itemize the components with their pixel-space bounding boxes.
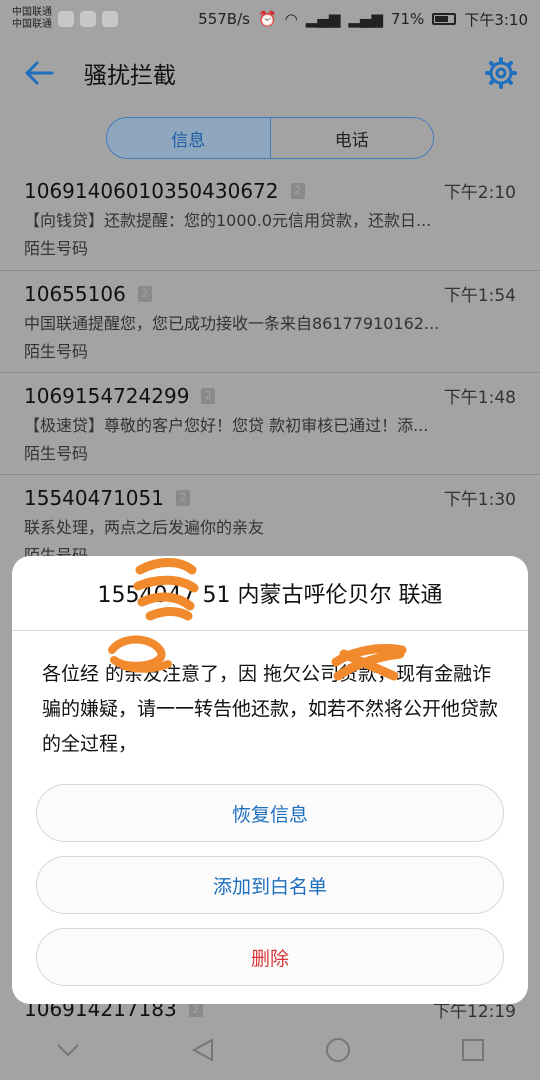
notification-app-icon: [102, 11, 118, 27]
sender-number: 10691406010350430672: [24, 178, 279, 203]
notification-app-icon: [58, 11, 74, 27]
message-time: 下午1:30: [443, 490, 516, 510]
sim-2-icon: 2: [201, 387, 216, 404]
sender-number: 10655106: [24, 281, 126, 306]
chevron-down-icon[interactable]: [48, 1030, 88, 1070]
battery-icon: [432, 13, 457, 25]
sim-2-icon: 2: [137, 285, 152, 302]
wifi-icon: ◠: [284, 10, 298, 28]
status-time: 下午3:10: [464, 10, 528, 29]
tab-calls[interactable]: 电话: [269, 118, 433, 158]
add-to-whitelist-button[interactable]: 添加到白名单: [36, 856, 504, 914]
sender-number: 1069154724299: [24, 383, 190, 408]
message-preview: 联系处理，两点之后发遍你的亲友: [24, 518, 265, 537]
status-right: 557B/s ⏰ ◠ ▂▄▆ ▂▄▆ 71% 下午3:10: [198, 9, 528, 30]
list-item[interactable]: 10691406010350430672 2 下午2:10 【向钱贷】还款提醒：…: [0, 168, 540, 270]
battery-fill: [435, 16, 449, 22]
tab-switcher: 信息 电话: [106, 117, 434, 159]
alarm-icon: ⏰: [257, 10, 277, 28]
message-time: 下午2:10: [443, 183, 516, 203]
message-preview: 【极速贷】尊敬的客户您好！您贷 款初审核已通过！添...: [24, 416, 429, 435]
restore-message-button[interactable]: 恢复信息: [36, 784, 504, 842]
recents-square-icon[interactable]: [453, 1030, 493, 1070]
tab-messages[interactable]: 信息: [107, 118, 270, 158]
network-speed: 557B/s: [198, 10, 250, 28]
message-preview: 中国联通提醒您，您已成功接收一条来自86177910162...: [24, 314, 440, 333]
signal-icon: ▂▄▆: [305, 10, 341, 28]
notification-app-icon: [80, 11, 96, 27]
page-title: 骚扰拦截: [84, 63, 176, 89]
status-bar: 中国联通 中国联通 557B/s ⏰ ◠ ▂▄▆ ▂▄▆ 71% 下午3:10: [0, 0, 540, 38]
sim-2-icon: 2: [175, 489, 190, 506]
message-detail-dialog: 1554047 51 内蒙古呼伦贝尔 联通 各位经 的亲友注意了，因 拖欠公司贷…: [12, 556, 528, 1004]
carrier-2: 中国联通: [12, 19, 52, 30]
delete-button[interactable]: 删除: [36, 928, 504, 986]
message-time: 下午1:54: [443, 286, 516, 306]
back-triangle-icon[interactable]: [183, 1030, 223, 1070]
signal-icon: ▂▄▆: [348, 10, 383, 28]
message-tag: 陌生号码: [24, 342, 89, 361]
list-item[interactable]: 1069154724299 2 下午1:48 【极速贷】尊敬的客户您好！您贷 款…: [0, 372, 540, 474]
app-bar: 骚扰拦截: [0, 38, 540, 108]
carrier-1: 中国联通: [12, 7, 52, 18]
sender-number: 15540471051: [24, 485, 164, 510]
status-left: 中国联通 中国联通: [12, 7, 118, 31]
message-list: 10691406010350430672 2 下午2:10 【向钱贷】还款提醒：…: [0, 168, 540, 576]
home-circle-icon[interactable]: [318, 1030, 358, 1070]
gear-icon[interactable]: [482, 54, 520, 92]
message-tag: 陌生号码: [24, 239, 89, 258]
dialog-message-body: 各位经 的亲友注意了，因 拖欠公司贷款，现有金融诈骗的嫌疑，请一一转告他还款，如…: [42, 663, 499, 755]
message-preview: 【向钱贷】还款提醒：您的1000.0元信用贷款，还款日...: [24, 211, 432, 230]
list-item[interactable]: 10655106 2 下午1:54 中国联通提醒您，您已成功接收一条来自8617…: [0, 270, 540, 372]
dialog-title: 1554047 51 内蒙古呼伦贝尔 联通: [12, 556, 528, 631]
battery-percent: 71%: [390, 10, 425, 28]
carrier-labels: 中国联通 中国联通: [12, 7, 52, 31]
message-time: 下午1:48: [443, 388, 516, 408]
arrow-left-icon[interactable]: [20, 54, 58, 92]
sim-2-icon: 2: [290, 182, 305, 199]
navigation-bar: [0, 1020, 540, 1080]
message-tag: 陌生号码: [24, 444, 89, 463]
